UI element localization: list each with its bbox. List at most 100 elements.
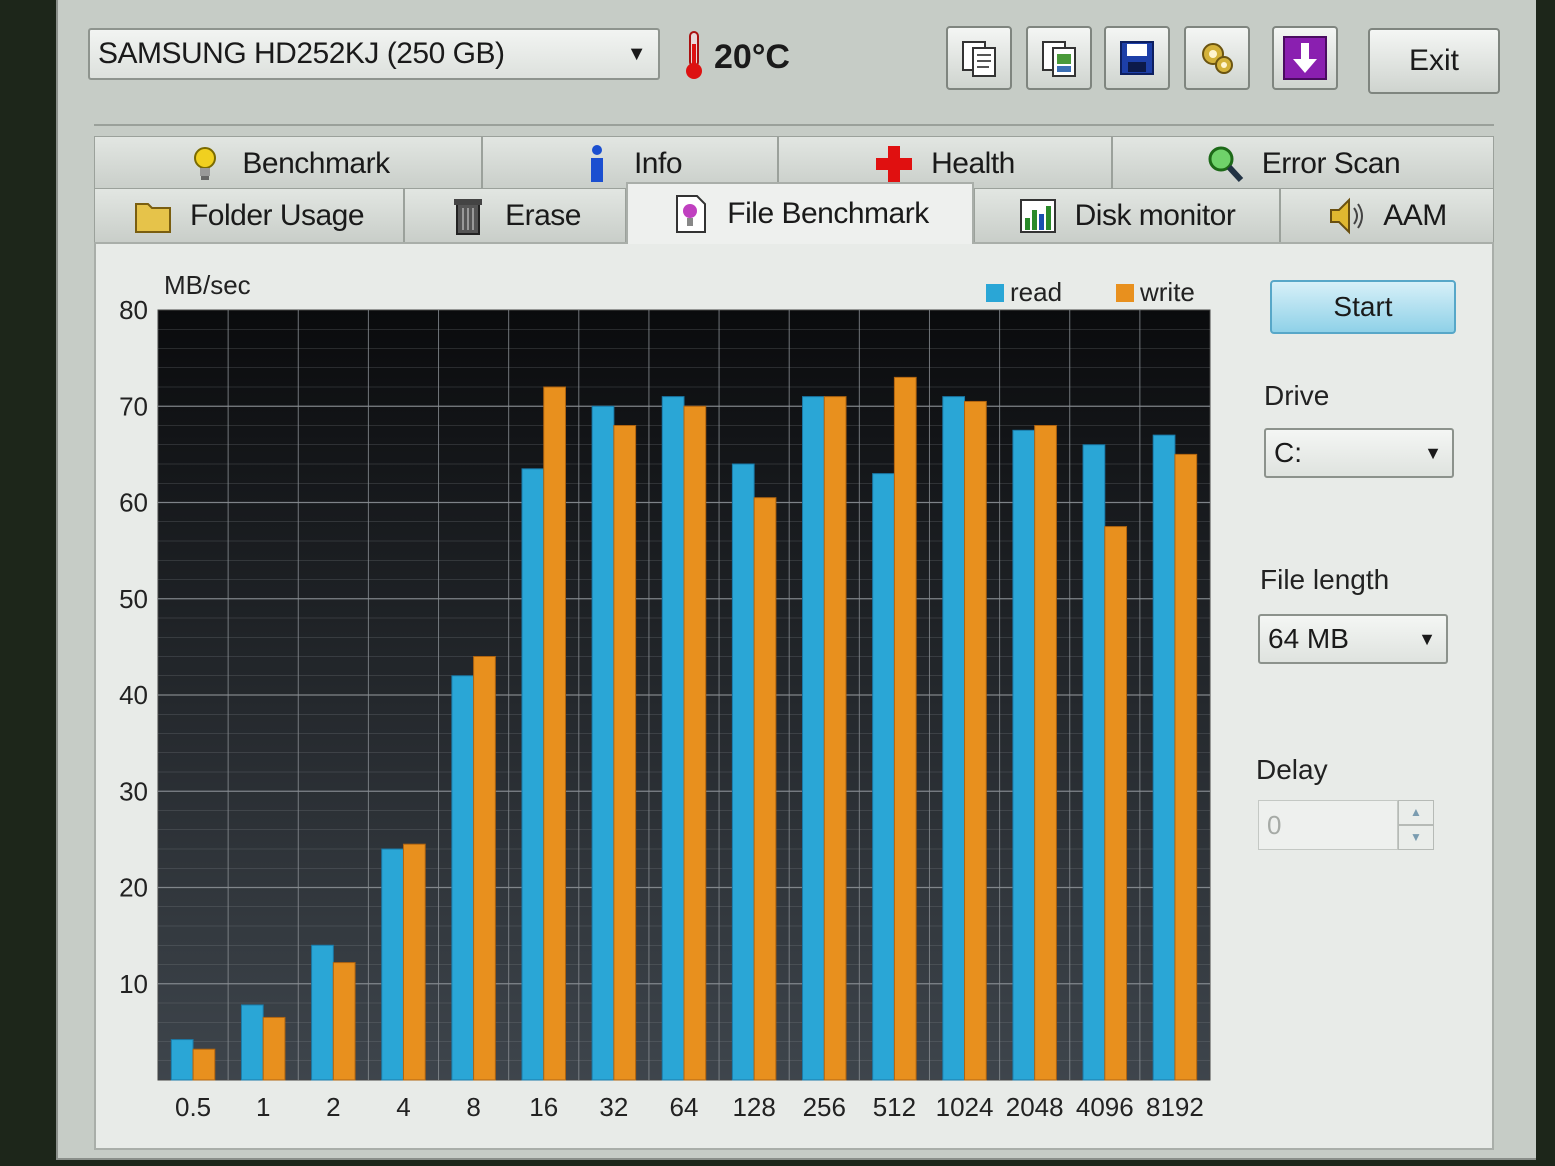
- thermometer-icon: [686, 31, 702, 79]
- x-tick-label: 32: [599, 1092, 628, 1122]
- x-tick-label: 4096: [1076, 1092, 1134, 1122]
- read-bar: [942, 396, 966, 1081]
- save-icon: [1120, 41, 1154, 75]
- write-bar: [1174, 453, 1198, 1081]
- y-tick-label: 50: [119, 584, 148, 614]
- x-tick-label: 128: [732, 1092, 775, 1122]
- tab-aam[interactable]: AAM: [1280, 188, 1494, 242]
- write-bar: [543, 386, 566, 1081]
- legend-write-label: write: [1139, 277, 1195, 307]
- write-bar: [1034, 425, 1057, 1081]
- spin-down-icon: ▼: [1410, 830, 1422, 844]
- folder-icon: [134, 202, 171, 233]
- write-bar: [1104, 526, 1128, 1081]
- write-bar: [753, 497, 777, 1081]
- write-bar: [893, 376, 917, 1081]
- write-bar: [473, 656, 496, 1081]
- x-tick-label: 4: [396, 1092, 410, 1122]
- read-bar: [170, 1039, 194, 1081]
- file-benchmark-icon: [676, 195, 707, 233]
- tab-strip: Benchmark Info Health Error Scan Folder …: [94, 124, 1494, 246]
- read-bar: [521, 468, 545, 1081]
- tab-erase[interactable]: Erase: [404, 188, 626, 242]
- chevron-down-icon: ▼: [1424, 443, 1442, 463]
- read-bar: [381, 848, 404, 1081]
- tab-label: File Benchmark: [727, 197, 929, 230]
- write-bar: [192, 1048, 216, 1081]
- legend: read write: [986, 277, 1195, 307]
- tab-label: Disk monitor: [1074, 198, 1236, 232]
- erase-icon: [454, 198, 483, 235]
- delay-spin-up[interactable]: ▲: [1398, 800, 1434, 825]
- tab-label: Folder Usage: [189, 198, 365, 232]
- options-button[interactable]: [1184, 26, 1250, 90]
- disk-monitor-icon: [1019, 198, 1056, 233]
- delay-input[interactable]: 0: [1258, 800, 1398, 850]
- copy-screenshot-button[interactable]: [1026, 26, 1092, 90]
- health-icon: [876, 145, 913, 182]
- x-tick-label: 8: [466, 1092, 480, 1122]
- x-tick-label: 1024: [936, 1092, 994, 1122]
- download-button[interactable]: [1272, 26, 1338, 90]
- spin-up-icon: ▲: [1410, 805, 1422, 819]
- read-bar: [731, 463, 755, 1081]
- x-tick-label: 1: [256, 1092, 270, 1122]
- tab-folder-usage[interactable]: Folder Usage: [94, 188, 404, 242]
- x-tick-label: 512: [873, 1092, 916, 1122]
- y-tick-label: 60: [119, 488, 148, 518]
- error-scan-icon: [1208, 146, 1244, 182]
- drive-combo[interactable]: C: ▼: [1264, 428, 1454, 478]
- y-tick-label: 20: [119, 873, 148, 903]
- drive-combo-value: C:: [1274, 437, 1302, 468]
- read-bar: [451, 675, 475, 1081]
- delay-spin-down[interactable]: ▼: [1398, 825, 1434, 850]
- temperature-value: 20°C: [714, 38, 790, 76]
- x-tick-label: 2: [326, 1092, 340, 1122]
- delay-label: Delay: [1256, 754, 1328, 785]
- write-bar: [332, 962, 356, 1081]
- options-icon: [1202, 43, 1233, 74]
- x-axis: 0.5 1 2 4 8 16 32 64 128 256 512 1024 2048 4096 8192: [175, 1092, 1204, 1122]
- file-length-combo[interactable]: 64 MB ▼: [1258, 614, 1448, 664]
- save-button[interactable]: [1104, 26, 1170, 90]
- legend-read-label: read: [1010, 277, 1062, 307]
- tab-label: Health: [931, 146, 1015, 180]
- hd-tune-window: SAMSUNG HD252KJ (250 GB) ▼ 20°C Exit Ben…: [56, 0, 1536, 1160]
- tab-label: Info: [633, 146, 683, 180]
- y-axis-label: MB/sec: [164, 270, 251, 300]
- y-axis: 10 20 30 40 50 60 70 80: [119, 295, 148, 999]
- x-tick-label: 256: [803, 1092, 846, 1122]
- y-tick-label: 70: [119, 391, 148, 421]
- copy-text-button[interactable]: [946, 26, 1012, 90]
- y-tick-label: 30: [119, 776, 148, 806]
- tab-label: Error Scan: [1261, 146, 1401, 180]
- drive-dropdown[interactable]: SAMSUNG HD252KJ (250 GB) ▼: [88, 28, 660, 80]
- tab-label: Erase: [505, 198, 581, 232]
- drive-label: Drive: [1264, 380, 1330, 411]
- legend-read-swatch: [986, 284, 1004, 302]
- read-bar: [802, 396, 825, 1081]
- aam-icon: [1330, 197, 1364, 234]
- download-icon: [1283, 36, 1327, 80]
- tab-disk-monitor[interactable]: Disk monitor: [974, 188, 1280, 242]
- x-tick-label: 0.5: [175, 1092, 211, 1122]
- write-bar: [262, 1016, 286, 1081]
- read-bar: [1012, 429, 1036, 1081]
- read-bar: [240, 1004, 264, 1081]
- y-tick-label: 80: [119, 295, 148, 325]
- copy-screenshot-icon: [1042, 41, 1076, 77]
- tab-benchmark[interactable]: Benchmark: [94, 136, 482, 190]
- copy-text-icon: [962, 41, 996, 77]
- chevron-down-icon: ▼: [1418, 629, 1436, 649]
- read-bar: [311, 944, 334, 1081]
- tab-error-scan[interactable]: Error Scan: [1112, 136, 1494, 190]
- chevron-down-icon: ▼: [626, 43, 647, 65]
- transfer-rate-chart: 10 20 30 40 50 60 70 80 0.5 1 2 4 8 16 32 64 128 256 512 1…: [119, 270, 1211, 1122]
- exit-button[interactable]: Exit: [1368, 28, 1500, 94]
- read-bar: [1082, 444, 1106, 1081]
- write-bar: [613, 425, 637, 1081]
- start-button[interactable]: Start: [1270, 280, 1456, 334]
- write-bar: [402, 843, 426, 1081]
- y-tick-label: 40: [119, 680, 148, 710]
- tab-file-benchmark[interactable]: File Benchmark: [626, 182, 974, 244]
